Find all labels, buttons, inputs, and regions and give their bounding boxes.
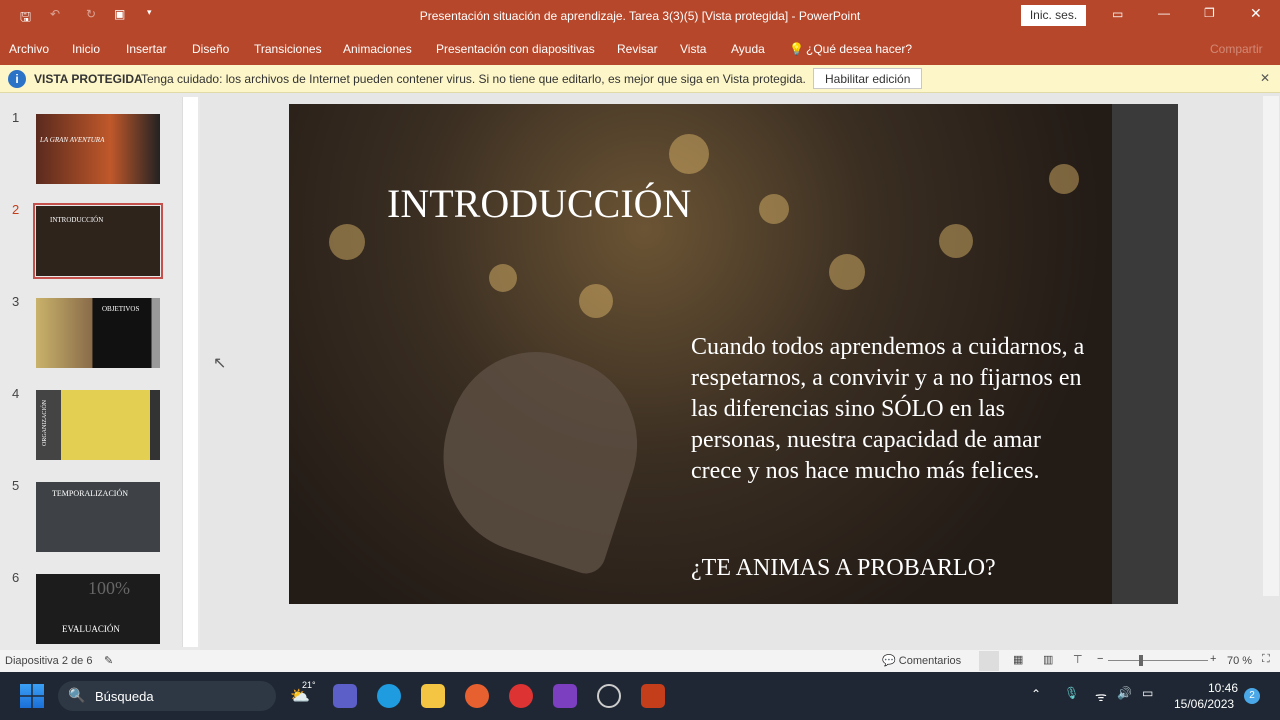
zoom-in-button[interactable]: + (1210, 653, 1216, 665)
thumb-title: OBJETIVOS (102, 305, 140, 313)
taskbar: 🔍 Búsqueda ⛅ 21° (0, 672, 1280, 720)
mouse-cursor-icon: ↖ (213, 355, 227, 372)
slide-thumbnail-4[interactable]: ORGANIZACIÓN (36, 390, 160, 460)
notes-icon[interactable]: ✎ (104, 654, 113, 667)
protected-view-bar: i VISTA PROTEGIDA Tenga cuidado: los arc… (0, 65, 1280, 93)
zoom-level[interactable]: 70 % (1227, 655, 1252, 667)
tab-diseno[interactable]: Diseño (192, 42, 229, 56)
teams-icon[interactable] (333, 684, 357, 708)
tab-ayuda[interactable]: Ayuda (731, 42, 765, 56)
tab-vista[interactable]: Vista (680, 42, 706, 56)
thumb-number: 5 (12, 478, 20, 493)
zoom-slider[interactable] (1108, 655, 1208, 666)
tab-inicio[interactable]: Inicio (72, 42, 100, 56)
microphone-icon[interactable]: 🎙 (1064, 686, 1079, 700)
thumb-title: ORGANIZACIÓN (42, 400, 48, 446)
ribbon-tabs: Archivo Inicio Insertar Diseño Transicio… (0, 32, 1280, 65)
share-button[interactable]: Compartir (1210, 42, 1263, 56)
slide-title[interactable]: INTRODUCCIÓN (387, 180, 691, 227)
thumb-title: TEMPORALIZACIÓN (52, 489, 128, 498)
app-mask-icon[interactable] (553, 684, 577, 708)
slide-scrollbar[interactable] (1263, 96, 1279, 596)
slide-thumbnail-3[interactable]: OBJETIVOS (36, 298, 160, 368)
restore-button[interactable]: ❐ (1204, 6, 1215, 20)
thumb-title: EVALUACIÓN (62, 624, 120, 634)
search-icon: 🔍 (68, 687, 86, 703)
slide-info: Diapositiva 2 de 6 (5, 655, 93, 667)
info-shield-icon: i (8, 70, 26, 88)
normal-view-button[interactable] (979, 651, 999, 671)
tab-archivo[interactable]: Archivo (9, 42, 49, 56)
start-button[interactable] (20, 684, 44, 708)
thumb-extra: 100% (88, 578, 130, 598)
title-bar: 🖫 ↶ ↻ ▣ ▾ Presentación situación de apre… (0, 0, 1280, 32)
protected-message: Tenga cuidado: los archivos de Internet … (141, 72, 806, 86)
tab-insertar[interactable]: Insertar (126, 42, 167, 56)
slideshow-button[interactable]: ⊤ (1073, 653, 1083, 666)
zoom-out-button[interactable]: − (1097, 653, 1103, 665)
ribbon-display-icon[interactable]: ▭ (1112, 7, 1123, 21)
clock-date[interactable]: 15/06/2023 (1174, 697, 1234, 711)
clock-time[interactable]: 10:46 (1208, 681, 1238, 695)
fit-slide-icon[interactable]: ⛶ (1262, 653, 1270, 666)
weather-temp: 21° (302, 680, 316, 690)
search-box[interactable]: 🔍 Búsqueda (58, 681, 276, 711)
slide-canvas: INTRODUCCIÓN Cuando todos aprendemos a c… (289, 104, 1178, 604)
tab-animaciones[interactable]: Animaciones (343, 42, 412, 56)
slide-thumbnail-1[interactable]: LA GRAN AVENTURA (36, 114, 160, 184)
heart-image (417, 329, 661, 579)
search-placeholder: Búsqueda (95, 689, 154, 704)
lightbulb-icon: 💡 (789, 42, 804, 56)
thumb-number: 2 (12, 202, 20, 217)
tab-presentacion[interactable]: Presentación con diapositivas (436, 42, 595, 56)
comments-button[interactable]: 💬 Comentarios (882, 654, 961, 667)
sign-in-button[interactable]: Inic. ses. (1021, 5, 1086, 26)
thumb-number: 6 (12, 570, 20, 585)
thumb-title: LA GRAN AVENTURA (40, 136, 105, 144)
reading-view-button[interactable]: ▥ (1043, 653, 1053, 666)
thumb-number: 4 (12, 386, 20, 401)
slide-thumbnails-panel: 1 LA GRAN AVENTURA 2 INTRODUCCIÓN 3 OBJE… (0, 93, 200, 650)
battery-icon[interactable]: ▭ (1142, 686, 1153, 700)
obs-icon[interactable] (597, 684, 621, 708)
comments-label: Comentarios (898, 655, 962, 667)
slide-question[interactable]: ¿TE ANIMAS A PROBARLO? (691, 555, 996, 582)
app-icon[interactable] (509, 684, 533, 708)
thumbnail-scrollbar[interactable] (182, 97, 198, 647)
zoom-slider-thumb[interactable] (1139, 655, 1144, 666)
slide-sorter-button[interactable]: ▦ (1013, 653, 1023, 666)
tab-revisar[interactable]: Revisar (617, 42, 658, 56)
status-bar: Diapositiva 2 de 6 ✎ 💬 Comentarios ▦ ▥ ⊤… (0, 650, 1280, 672)
close-bar-icon[interactable]: ✕ (1260, 71, 1270, 85)
tell-me-search[interactable]: ¿Qué desea hacer? (806, 42, 912, 56)
window-title: Presentación situación de aprendizaje. T… (419, 9, 861, 23)
slide-body[interactable]: Cuando todos aprendemos a cuidarnos, a r… (691, 332, 1086, 487)
enable-editing-button[interactable]: Habilitar edición (813, 68, 923, 89)
firefox-icon[interactable] (465, 684, 489, 708)
chevron-up-icon[interactable]: ⌃ (1031, 687, 1041, 701)
protected-label: VISTA PROTEGIDA (34, 72, 143, 86)
slide-thumbnail-2[interactable]: INTRODUCCIÓN (33, 203, 163, 279)
edge-icon[interactable] (377, 684, 401, 708)
minimize-button[interactable]: — (1158, 6, 1170, 20)
file-explorer-icon[interactable] (421, 684, 445, 708)
thumb-title: INTRODUCCIÓN (50, 216, 104, 224)
thumb-number: 3 (12, 294, 20, 309)
notification-badge[interactable]: 2 (1244, 688, 1260, 704)
slide-thumbnail-6[interactable]: 100% EVALUACIÓN (36, 574, 160, 644)
thumb-number: 1 (12, 110, 20, 125)
slide-thumbnail-5[interactable]: TEMPORALIZACIÓN (36, 482, 160, 552)
powerpoint-icon[interactable] (641, 684, 665, 708)
close-button[interactable]: ✕ (1250, 5, 1262, 22)
wifi-icon[interactable]: ᯤ (1095, 687, 1107, 705)
tab-transiciones[interactable]: Transiciones (254, 42, 322, 56)
volume-icon[interactable]: 🔊 (1117, 686, 1132, 700)
